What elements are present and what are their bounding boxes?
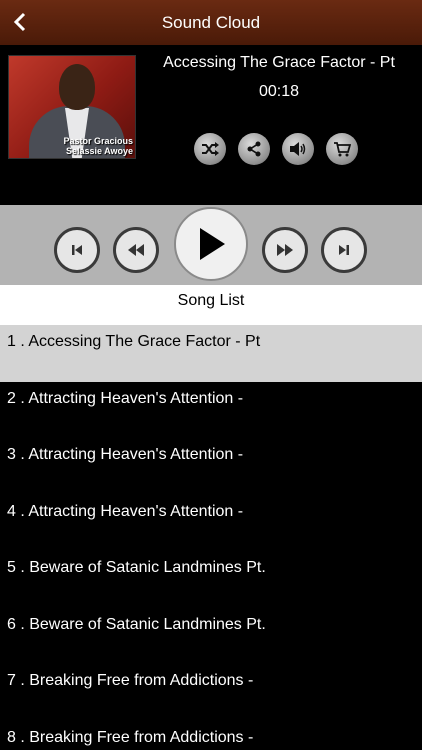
song-list-item[interactable]: 1 . Accessing The Grace Factor - Pt <box>0 325 422 382</box>
song-list-item[interactable]: 4 . Attracting Heaven's Attention - <box>0 495 422 552</box>
song-list-item[interactable]: 5 . Beware of Satanic Landmines Pt. <box>0 551 422 608</box>
back-button[interactable] <box>8 9 32 35</box>
track-title: Accessing The Grace Factor - Pt <box>163 54 395 71</box>
skip-next-button[interactable] <box>321 227 367 273</box>
song-list-header: Song List <box>0 285 422 325</box>
rewind-button[interactable] <box>113 227 159 273</box>
cart-button[interactable] <box>326 133 358 165</box>
play-button[interactable] <box>174 207 248 281</box>
share-icon <box>247 141 261 157</box>
album-art: Pastor Gracious Selassie Awoye <box>8 55 136 159</box>
track-tools <box>194 133 358 165</box>
play-icon <box>200 228 225 260</box>
song-list-item[interactable]: 3 . Attracting Heaven's Attention - <box>0 438 422 495</box>
shuffle-button[interactable] <box>194 133 226 165</box>
song-list: 1 . Accessing The Grace Factor - Pt 2 . … <box>0 325 422 750</box>
cart-icon <box>334 142 351 157</box>
nav-bar: Sound Cloud <box>0 0 422 45</box>
playback-controls <box>0 205 422 285</box>
rewind-icon <box>128 244 144 256</box>
volume-icon <box>290 142 306 156</box>
skip-previous-icon <box>72 245 82 255</box>
fast-forward-button[interactable] <box>262 227 308 273</box>
song-list-item[interactable]: 2 . Attracting Heaven's Attention - <box>0 382 422 439</box>
skip-next-icon <box>339 245 349 255</box>
song-list-item[interactable]: 6 . Beware of Satanic Landmines Pt. <box>0 608 422 665</box>
fast-forward-icon <box>277 244 293 256</box>
chevron-left-icon <box>13 12 26 32</box>
skip-previous-button[interactable] <box>54 227 100 273</box>
album-art-caption: Pastor Gracious Selassie Awoye <box>63 136 133 156</box>
volume-button[interactable] <box>282 133 314 165</box>
page-title: Sound Cloud <box>161 12 261 32</box>
shuffle-icon <box>202 142 219 156</box>
now-playing-panel: Pastor Gracious Selassie Awoye Accessing… <box>0 45 422 205</box>
track-time: 00:18 <box>258 83 300 100</box>
song-list-item[interactable]: 7 . Breaking Free from Addictions - <box>0 664 422 721</box>
song-list-item[interactable]: 8 . Breaking Free from Addictions - <box>0 721 422 750</box>
share-button[interactable] <box>238 133 270 165</box>
